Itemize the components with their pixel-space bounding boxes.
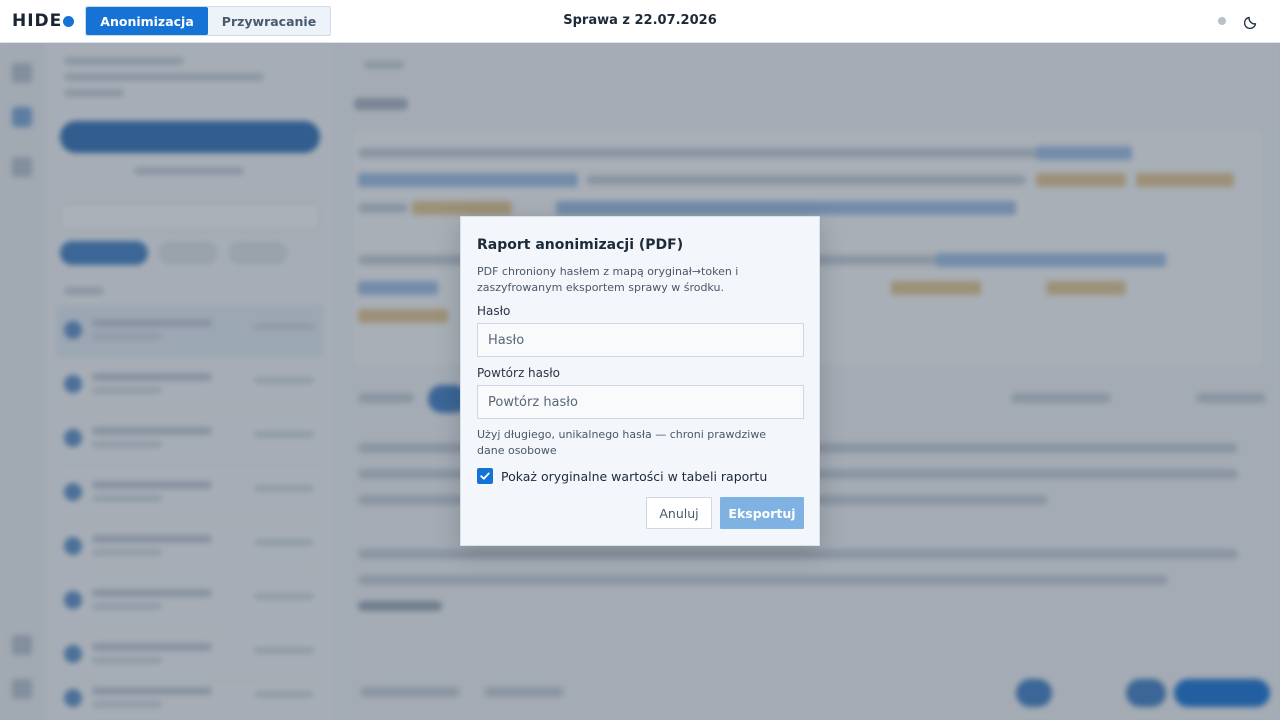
password-repeat-label: Powtórz hasło bbox=[477, 366, 561, 380]
checkmark-icon bbox=[480, 472, 490, 480]
pdf-report-dialog: Raport anonimizacji (PDF) PDF chroniony … bbox=[460, 216, 820, 546]
dialog-title: Raport anonimizacji (PDF) bbox=[477, 237, 684, 253]
tab-anonimizacja[interactable]: Anonimizacja bbox=[86, 7, 208, 35]
moon-icon[interactable] bbox=[1244, 13, 1260, 29]
top-right-controls bbox=[1218, 13, 1260, 29]
cancel-button[interactable]: Anuluj bbox=[646, 497, 712, 529]
export-button[interactable]: Eksportuj bbox=[720, 497, 804, 529]
show-originals-toggle[interactable]: Pokaż oryginalne wartości w tabeli rapor… bbox=[477, 468, 767, 484]
password-repeat-input[interactable] bbox=[477, 385, 804, 419]
status-dot-icon bbox=[1218, 17, 1226, 25]
show-originals-label: Pokaż oryginalne wartości w tabeli rapor… bbox=[501, 468, 768, 484]
password-input[interactable] bbox=[477, 323, 804, 357]
mode-tabs: Anonimizacja Przywracanie bbox=[85, 6, 332, 36]
logo: HIDE bbox=[12, 11, 75, 31]
password-hint: Użyj długiego, unikalnego hasła — chroni… bbox=[477, 428, 767, 457]
tab-przywracanie[interactable]: Przywracanie bbox=[208, 7, 330, 35]
dialog-description: PDF chroniony hasłem z mapą oryginał→tok… bbox=[477, 265, 739, 294]
top-bar: HIDE Anonimizacja Przywracanie Sprawa z … bbox=[0, 0, 1280, 43]
logo-text: HIDE bbox=[12, 11, 63, 31]
logo-dot-icon bbox=[63, 15, 75, 27]
password-label: Hasło bbox=[477, 304, 511, 318]
show-originals-checkbox[interactable] bbox=[477, 468, 493, 484]
